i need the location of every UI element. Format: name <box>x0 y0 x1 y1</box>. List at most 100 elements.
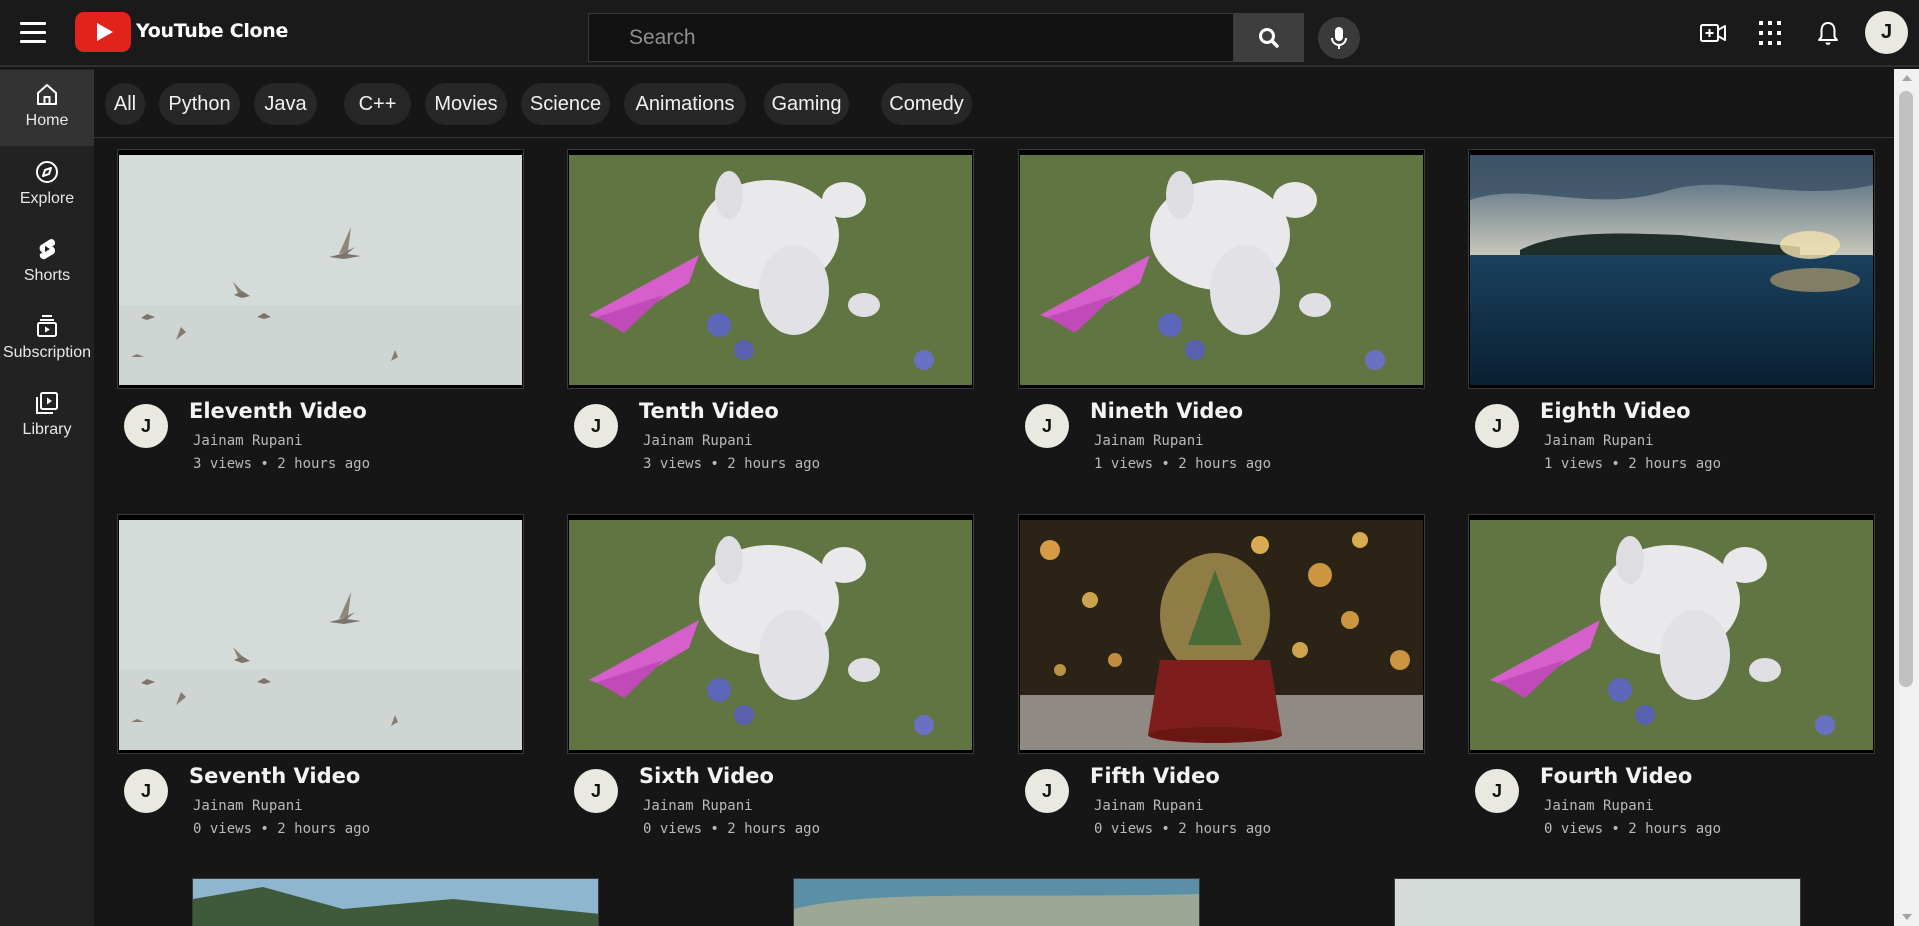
sidebar-item-home[interactable]: Home <box>0 70 94 146</box>
video-thumbnail[interactable] <box>1468 149 1875 389</box>
scroll-up-arrow-icon[interactable] <box>1902 75 1912 81</box>
scroll-down-arrow-icon[interactable] <box>1902 914 1912 920</box>
channel-avatar[interactable]: J <box>1475 404 1519 448</box>
sidebar-item-library[interactable]: Library <box>0 379 94 455</box>
video-title[interactable]: Sixth Video <box>639 764 774 788</box>
video-thumbnail[interactable] <box>1018 149 1425 389</box>
channel-name[interactable]: Jainam Rupani <box>1094 433 1204 449</box>
thumbnail-image <box>1470 155 1873 385</box>
video-thumbnail[interactable] <box>117 514 524 754</box>
video-card[interactable]: J Nineth Video Jainam Rupani 1 views • 2 ho… <box>1018 149 1425 489</box>
chip-movies[interactable]: Movies <box>425 83 507 125</box>
channel-name[interactable]: Jainam Rupani <box>643 798 753 814</box>
channel-name[interactable]: Jainam Rupani <box>193 798 303 814</box>
video-meta: 0 views • 2 hours ago <box>1544 821 1722 837</box>
thumbnail-image <box>569 155 972 385</box>
channel-avatar[interactable]: J <box>1025 769 1069 813</box>
thumbnail-image <box>794 879 1199 926</box>
channel-name[interactable]: Jainam Rupani <box>1094 798 1204 814</box>
menu-icon[interactable] <box>20 19 46 47</box>
video-card[interactable]: J Fifth Video Jainam Rupani 0 views • 2 hou… <box>1018 514 1425 854</box>
channel-name[interactable]: Jainam Rupani <box>1544 798 1654 814</box>
top-header: YouTube Clone Search J <box>0 0 1919 67</box>
sidebar-item-explore[interactable]: Explore <box>0 148 94 224</box>
video-thumbnail[interactable] <box>192 878 599 926</box>
channel-name[interactable]: Jainam Rupani <box>643 433 753 449</box>
video-title[interactable]: Fifth Video <box>1090 764 1220 788</box>
sidebar: Home Explore Shorts Subscription Library <box>0 69 94 926</box>
bell-icon[interactable] <box>1813 18 1843 48</box>
channel-avatar[interactable]: J <box>124 404 168 448</box>
video-meta: 1 views • 2 hours ago <box>1094 456 1272 472</box>
video-title[interactable]: Nineth Video <box>1090 399 1243 423</box>
video-thumbnail[interactable] <box>1468 514 1875 754</box>
chip-cplusplus[interactable]: C++ <box>344 83 411 125</box>
voice-search-button[interactable] <box>1318 17 1360 59</box>
sidebar-item-label: Subscription <box>2 344 92 361</box>
sidebar-item-label: Shorts <box>23 267 71 284</box>
channel-avatar[interactable]: J <box>574 404 618 448</box>
video-thumbnail[interactable] <box>567 514 974 754</box>
video-meta: 0 views • 2 hours ago <box>643 821 821 837</box>
thumbnail-image <box>569 520 972 750</box>
compass-icon <box>36 161 58 183</box>
video-meta: 0 views • 2 hours ago <box>1094 821 1272 837</box>
thumbnail-image <box>1395 879 1800 926</box>
sidebar-item-label: Explore <box>19 190 75 207</box>
video-thumbnail[interactable] <box>117 149 524 389</box>
thumbnail-image <box>119 520 522 750</box>
category-chip-bar: All Python Java C++ Movies Science Anima… <box>94 69 1894 138</box>
video-thumbnail[interactable] <box>567 149 974 389</box>
sidebar-item-subscription[interactable]: Subscription <box>0 302 94 378</box>
thumbnail-image <box>1020 520 1423 750</box>
channel-name[interactable]: Jainam Rupani <box>193 433 303 449</box>
video-card[interactable]: J Seventh Video Jainam Rupani 0 views • 2 h… <box>117 514 524 854</box>
subscriptions-icon <box>37 315 57 337</box>
video-create-icon[interactable] <box>1698 18 1728 48</box>
video-card[interactable]: J Eighth Video Jainam Rupani 1 views • 2 ho… <box>1468 149 1875 489</box>
video-card[interactable]: J Eleventh Video Jainam Rupani 3 views • 2 … <box>117 149 524 489</box>
channel-avatar[interactable]: J <box>1025 404 1069 448</box>
user-avatar[interactable]: J <box>1865 11 1908 54</box>
video-meta: 3 views • 2 hours ago <box>193 456 371 472</box>
video-meta: 0 views • 2 hours ago <box>193 821 371 837</box>
video-thumbnail[interactable] <box>1018 514 1425 754</box>
video-meta: 1 views • 2 hours ago <box>1544 456 1722 472</box>
search-icon <box>1259 28 1279 48</box>
channel-avatar[interactable]: J <box>1475 769 1519 813</box>
scrollbar-thumb[interactable] <box>1899 91 1913 687</box>
video-card[interactable]: J Tenth Video Jainam Rupani 3 views • 2 hou… <box>567 149 974 489</box>
sidebar-item-label: Home <box>25 112 69 129</box>
sidebar-item-shorts[interactable]: Shorts <box>0 225 94 301</box>
channel-avatar[interactable]: J <box>124 769 168 813</box>
home-icon <box>37 84 57 105</box>
video-thumbnail[interactable] <box>793 878 1200 926</box>
apps-grid-icon[interactable] <box>1755 18 1785 48</box>
video-meta: 3 views • 2 hours ago <box>643 456 821 472</box>
chip-comedy[interactable]: Comedy <box>881 83 972 125</box>
chip-python[interactable]: Python <box>159 83 240 125</box>
video-title[interactable]: Seventh Video <box>189 764 360 788</box>
video-title[interactable]: Eleventh Video <box>189 399 367 423</box>
youtube-logo-icon[interactable] <box>75 12 131 52</box>
thumbnail-image <box>1020 155 1423 385</box>
video-card[interactable]: J Sixth Video Jainam Rupani 0 views • 2 hou… <box>567 514 974 854</box>
video-thumbnail[interactable] <box>1394 878 1801 926</box>
app-title[interactable]: YouTube Clone <box>136 20 288 42</box>
vertical-scrollbar[interactable] <box>1894 69 1919 926</box>
chip-java[interactable]: Java <box>254 83 317 125</box>
chip-animations[interactable]: Animations <box>624 83 746 125</box>
chip-all[interactable]: All <box>105 83 145 125</box>
thumbnail-image <box>119 155 522 385</box>
search-input[interactable] <box>589 14 1233 61</box>
video-title[interactable]: Fourth Video <box>1540 764 1692 788</box>
video-title[interactable]: Eighth Video <box>1540 399 1691 423</box>
channel-name[interactable]: Jainam Rupani <box>1544 433 1654 449</box>
video-title[interactable]: Tenth Video <box>639 399 779 423</box>
video-card[interactable]: J Fourth Video Jainam Rupani 0 views • 2 ho… <box>1468 514 1875 854</box>
channel-avatar[interactable]: J <box>574 769 618 813</box>
chip-gaming[interactable]: Gaming <box>764 83 849 125</box>
search-button[interactable] <box>1234 13 1304 62</box>
thumbnail-image <box>1470 520 1873 750</box>
chip-science[interactable]: Science <box>521 83 610 125</box>
